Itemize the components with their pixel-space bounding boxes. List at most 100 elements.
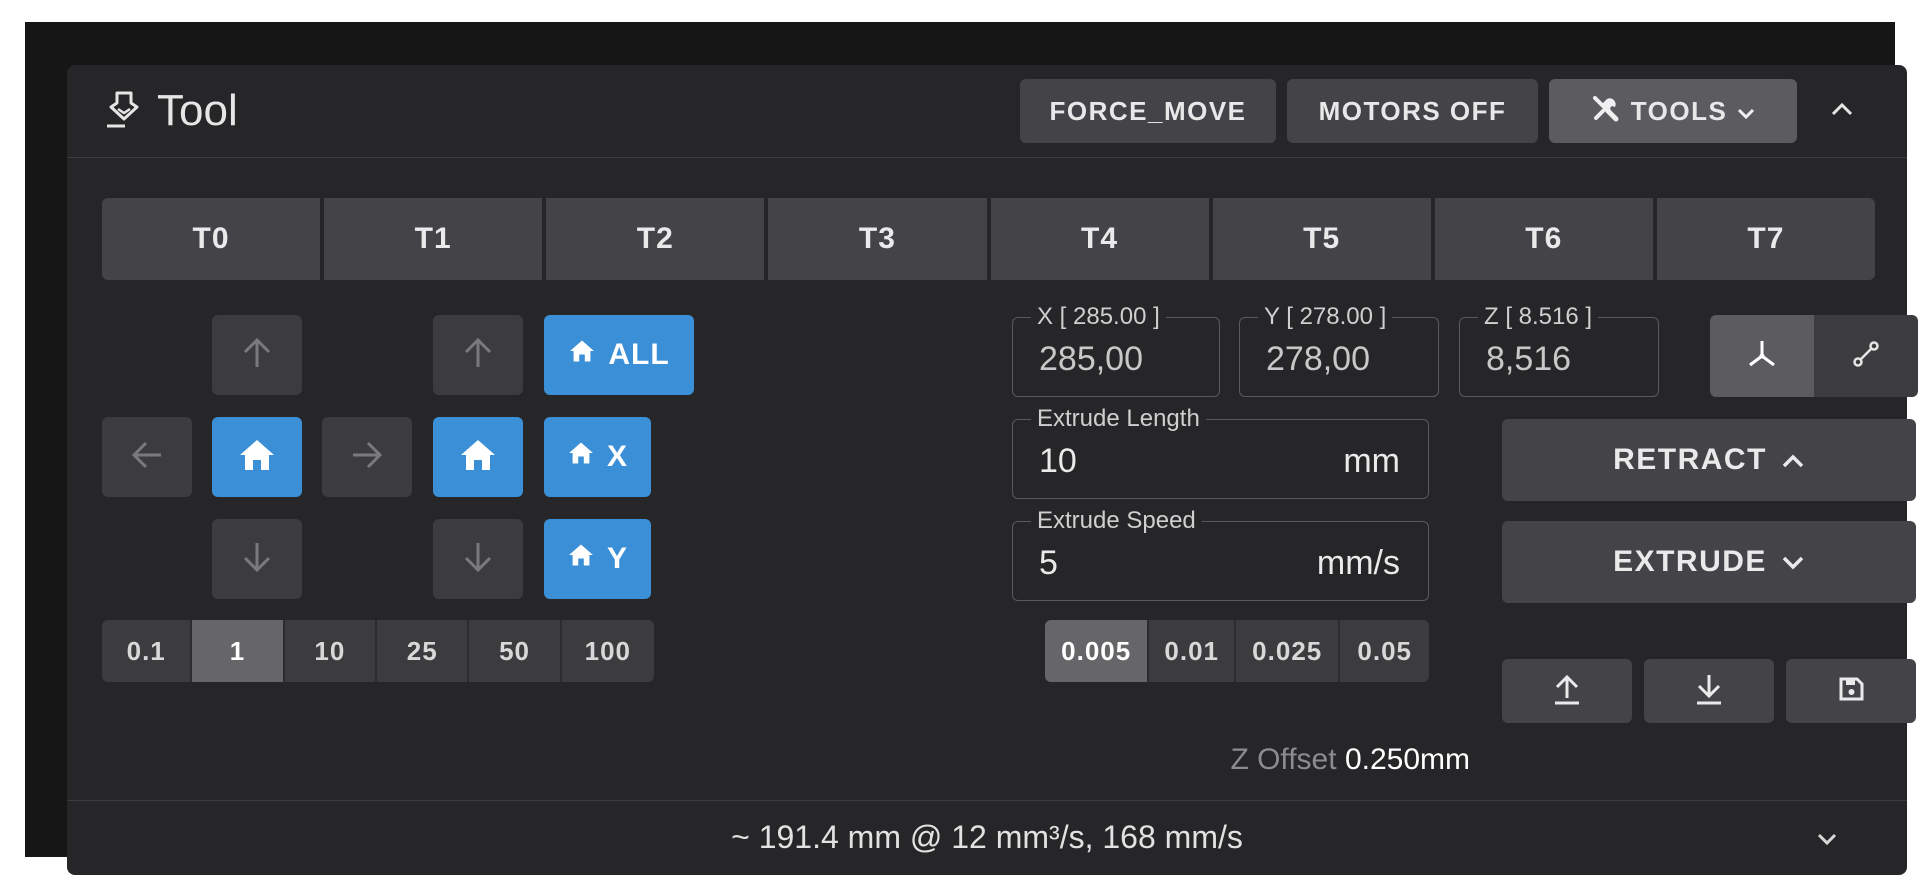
move-mode-toggle <box>1710 315 1918 397</box>
card-title: Tool <box>105 86 238 135</box>
app-frame: Tool FORCE_MOVE MOTORS OFF TOOLS T0 T1 T… <box>25 22 1918 875</box>
z-position-field[interactable]: Z [ 8.516 ] 8,516 <box>1459 304 1659 397</box>
arrow-down-icon <box>239 539 275 580</box>
arrow-up-to-bar-icon <box>1550 672 1584 711</box>
y-position-field[interactable]: Y [ 278.00 ] 278,00 <box>1239 304 1439 397</box>
jog-z-minus-button[interactable] <box>433 519 523 599</box>
jog-distance-selector: 0.1 1 10 25 50 100 <box>102 620 654 682</box>
x-position-field[interactable]: X [ 285.00 ] 285,00 <box>1012 304 1220 397</box>
jog-z-plus-button[interactable] <box>433 315 523 395</box>
chevron-down-icon <box>1737 96 1755 127</box>
extrusion-estimate-text: ~ 191.4 mm @ 12 mm³/s, 168 mm/s <box>731 819 1243 855</box>
home-x-button[interactable]: X <box>544 417 651 497</box>
distance-option-active[interactable]: 1 <box>192 620 285 682</box>
z-step-option[interactable]: 0.05 <box>1340 620 1429 682</box>
retract-label: RETRACT <box>1613 443 1767 476</box>
y-position-value: 278,00 <box>1266 340 1370 378</box>
home-y-button[interactable]: Y <box>544 519 651 599</box>
home-xy-button[interactable] <box>212 417 302 497</box>
tool-tab-t0[interactable]: T0 <box>102 198 321 280</box>
z-offset-up-button[interactable] <box>1502 659 1632 723</box>
distance-option[interactable]: 25 <box>377 620 470 682</box>
x-position-value: 285,00 <box>1039 340 1143 378</box>
tool-tab-t4[interactable]: T4 <box>990 198 1209 280</box>
chevron-up-icon <box>1781 443 1805 477</box>
extrude-speed-value: 5 <box>1039 544 1058 582</box>
arrow-up-icon <box>460 335 496 376</box>
distance-option[interactable]: 10 <box>284 620 378 682</box>
arrow-right-icon <box>349 437 385 478</box>
force-move-button[interactable]: FORCE_MOVE <box>1020 79 1276 143</box>
home-icon <box>567 440 595 474</box>
home-z-button[interactable] <box>433 417 523 497</box>
force-move-label: FORCE_MOVE <box>1049 95 1247 126</box>
home-y-label: Y <box>606 542 628 575</box>
home-all-button[interactable]: ALL <box>544 315 694 395</box>
extrude-length-unit: mm <box>1343 442 1400 480</box>
axes-mode-button[interactable] <box>1710 315 1814 397</box>
tool-nozzle-icon <box>105 89 143 134</box>
extrude-length-value: 10 <box>1039 442 1077 480</box>
home-icon <box>237 437 277 478</box>
extrude-speed-field[interactable]: Extrude Speed 5 mm/s <box>1012 508 1429 601</box>
motors-off-label: MOTORS OFF <box>1318 95 1507 126</box>
tool-tab-t6[interactable]: T6 <box>1434 198 1653 280</box>
distance-option[interactable]: 50 <box>469 620 562 682</box>
chevron-up-icon <box>1831 102 1853 121</box>
tool-selector: T0 T1 T2 T3 T4 T5 T6 T7 <box>102 198 1875 280</box>
tool-tab-t5[interactable]: T5 <box>1212 198 1431 280</box>
tool-tab-t7[interactable]: T7 <box>1656 198 1875 280</box>
jog-y-minus-button[interactable] <box>212 519 302 599</box>
tool-tab-t3[interactable]: T3 <box>768 198 987 280</box>
page-title: Tool <box>157 86 238 135</box>
motors-off-button[interactable]: MOTORS OFF <box>1287 79 1538 143</box>
tool-tab-t1[interactable]: T1 <box>324 198 543 280</box>
extrude-speed-unit: mm/s <box>1316 544 1400 582</box>
arrow-down-icon <box>460 539 496 580</box>
z-offset-value: 0.250mm <box>1344 743 1470 776</box>
home-icon <box>567 542 595 576</box>
distance-option[interactable]: 100 <box>561 620 654 682</box>
z-offset-down-button[interactable] <box>1644 659 1774 723</box>
arrow-down-to-bar-icon <box>1692 672 1726 711</box>
collapse-button[interactable] <box>1810 79 1874 143</box>
chevron-down-icon[interactable] <box>1811 823 1843 855</box>
home-icon <box>458 437 498 478</box>
axes-mode-icon <box>1745 337 1779 376</box>
home-icon <box>568 338 596 372</box>
extrude-length-field[interactable]: Extrude Length 10 mm <box>1012 406 1429 499</box>
x-position-label: X [ 285.00 ] <box>1031 304 1166 330</box>
z-offset-readout: Z Offset 0.250mm <box>1200 743 1470 777</box>
z-step-option[interactable]: 0.025 <box>1236 620 1341 682</box>
jog-y-plus-button[interactable] <box>212 315 302 395</box>
z-step-selector: 0.005 0.01 0.025 0.05 <box>1045 620 1429 682</box>
save-icon <box>1837 675 1865 708</box>
tool-card: Tool FORCE_MOVE MOTORS OFF TOOLS T0 T1 T… <box>67 65 1918 876</box>
extrude-button[interactable]: EXTRUDE <box>1502 521 1916 603</box>
extrude-speed-label: Extrude Speed <box>1031 508 1202 534</box>
tools-label: TOOLS <box>1630 95 1728 126</box>
z-step-option[interactable]: 0.01 <box>1149 620 1237 682</box>
y-position-label: Y [ 278.00 ] <box>1258 304 1393 330</box>
home-x-label: X <box>606 440 628 473</box>
jog-x-plus-button[interactable] <box>322 417 412 497</box>
tool-tab-t2[interactable]: T2 <box>546 198 765 280</box>
z-position-value: 8,516 <box>1486 340 1572 378</box>
z-offset-label: Z Offset <box>1230 743 1337 776</box>
z-position-label: Z [ 8.516 ] <box>1478 304 1599 330</box>
arrow-up-icon <box>239 335 275 376</box>
distance-option[interactable]: 0.1 <box>102 620 193 682</box>
estimate-footer[interactable]: ~ 191.4 mm @ 12 mm³/s, 168 mm/s <box>67 800 1907 876</box>
extrude-length-label: Extrude Length <box>1031 406 1206 432</box>
jog-x-minus-button[interactable] <box>102 417 192 497</box>
diagonal-move-button[interactable] <box>1814 315 1918 397</box>
extrude-label: EXTRUDE <box>1613 545 1767 578</box>
chevron-down-icon <box>1781 545 1805 579</box>
z-step-option-active[interactable]: 0.005 <box>1045 620 1150 682</box>
save-z-offset-button[interactable] <box>1786 659 1916 723</box>
tools-menu-button[interactable]: TOOLS <box>1549 79 1797 143</box>
card-header: Tool FORCE_MOVE MOTORS OFF TOOLS <box>67 65 1907 158</box>
wrench-screwdriver-icon <box>1591 93 1621 130</box>
diagonal-move-icon <box>1851 339 1881 374</box>
retract-button[interactable]: RETRACT <box>1502 419 1916 501</box>
